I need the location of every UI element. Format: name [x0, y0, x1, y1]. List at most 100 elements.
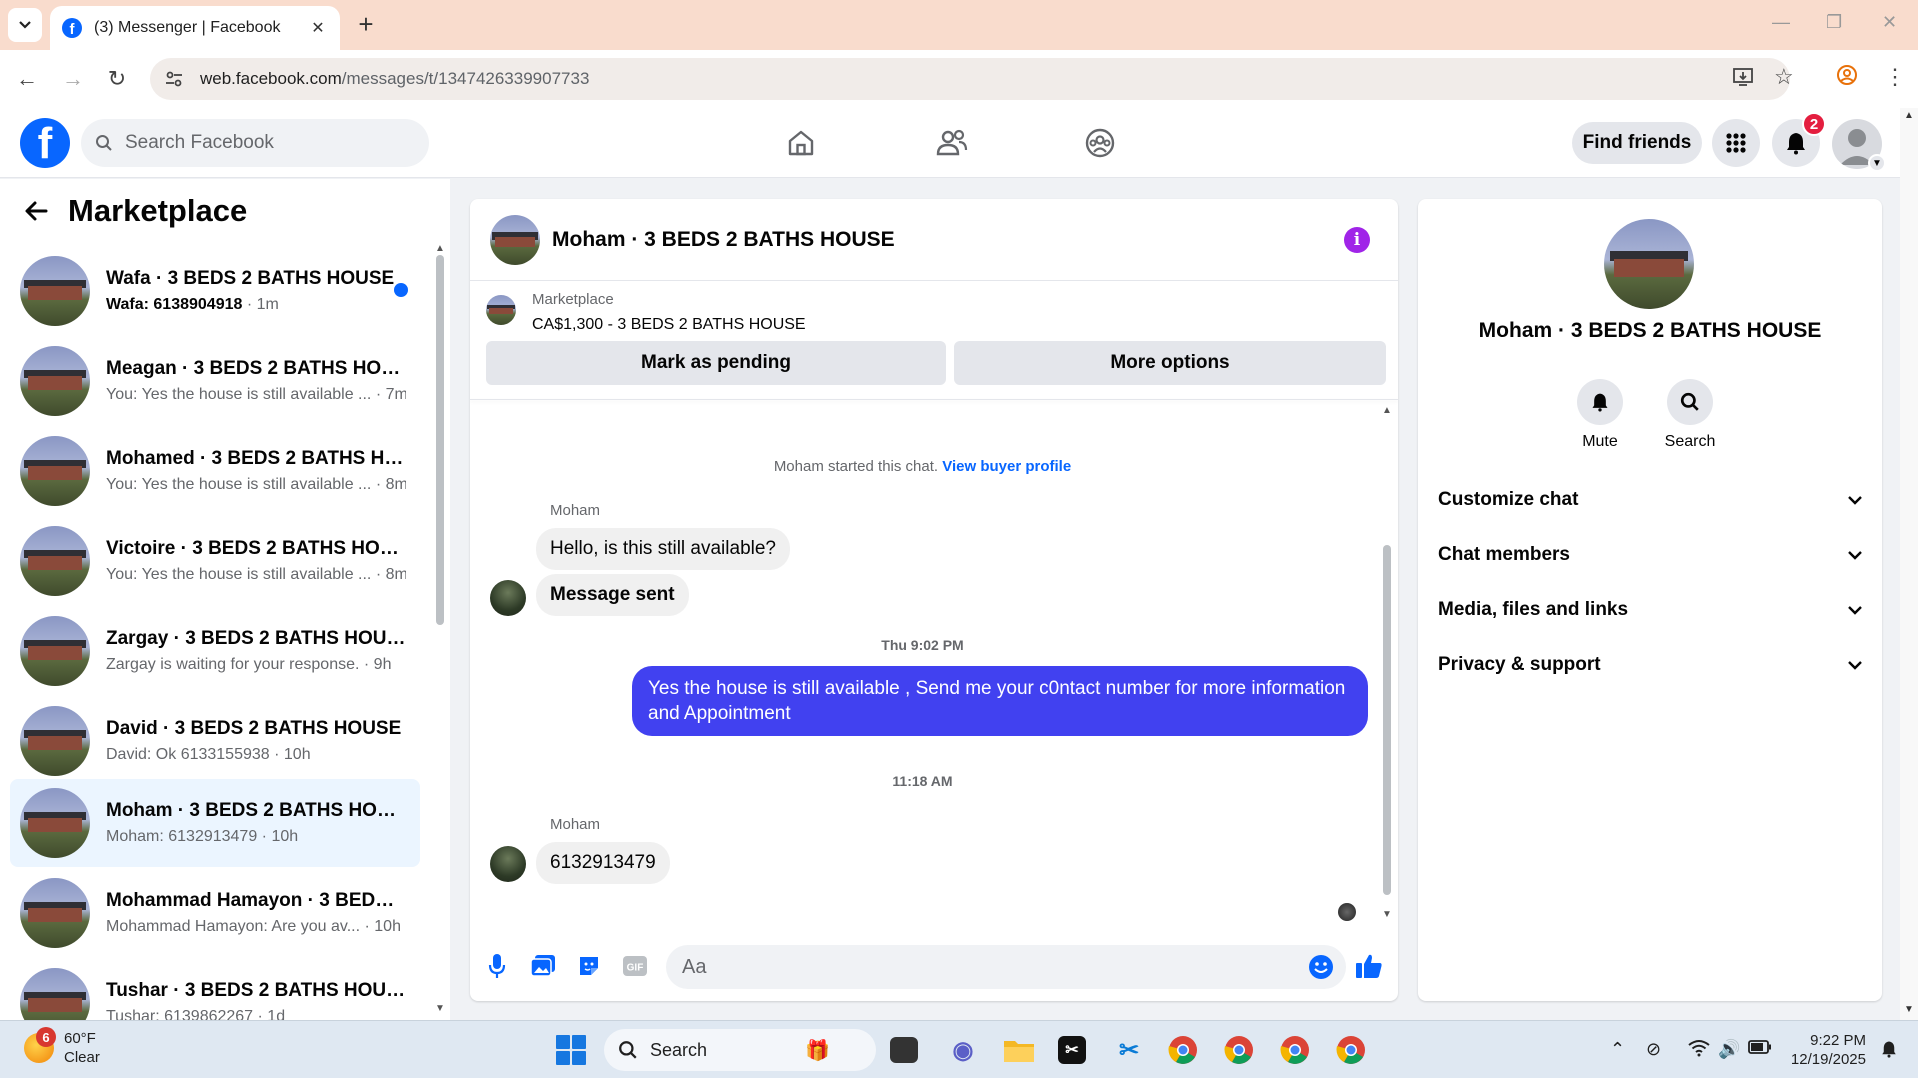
- message-input[interactable]: [666, 945, 1346, 989]
- mark-as-pending-button[interactable]: Mark as pending: [486, 341, 946, 385]
- outgoing-message[interactable]: Yes the house is still available , Send …: [632, 666, 1368, 736]
- privacy-support-section[interactable]: Privacy & support: [1438, 642, 1862, 688]
- restore-icon[interactable]: ❐: [1826, 12, 1842, 33]
- cloud-offline-icon[interactable]: ⊘: [1646, 1039, 1661, 1060]
- facebook-search[interactable]: Search Facebook: [81, 119, 429, 167]
- sticker-icon[interactable]: [574, 951, 604, 981]
- grid-menu-icon: [1726, 133, 1746, 153]
- conversation-item[interactable]: David · 3 BEDS 2 BATHS HOUSE David: Ok 6…: [10, 697, 420, 785]
- bell-icon: [1592, 393, 1608, 412]
- notification-bell-icon[interactable]: [1880, 1039, 1898, 1064]
- site-settings-icon[interactable]: [164, 69, 184, 89]
- facebook-logo[interactable]: f: [20, 118, 70, 168]
- page-scrollbar[interactable]: ▲ ▼: [1900, 108, 1918, 1020]
- back-arrow-icon[interactable]: [24, 200, 48, 222]
- back-button[interactable]: ←: [12, 64, 42, 94]
- conversation-preview: Mohammad Hamayon: Are you av... · 10h: [106, 918, 401, 935]
- facebook-header: f Search Facebook Find friends 2 ▼: [0, 108, 1900, 178]
- bookmark-star-icon[interactable]: ☆: [1774, 64, 1794, 90]
- customize-chat-section[interactable]: Customize chat: [1438, 477, 1862, 523]
- browser-menu-icon[interactable]: ⋮: [1884, 64, 1906, 90]
- snipping-tool-icon[interactable]: ✂: [1112, 1033, 1146, 1067]
- minimize-icon[interactable]: —: [1772, 12, 1790, 33]
- conversation-item[interactable]: Mohamed · 3 BEDS 2 BATHS HO... You: Yes …: [10, 427, 420, 515]
- capcut-icon[interactable]: ✂: [1058, 1036, 1086, 1064]
- chrome-profile-icon[interactable]: [1222, 1033, 1256, 1067]
- tab-search-button[interactable]: [8, 8, 42, 42]
- reload-button[interactable]: ↻: [102, 64, 132, 94]
- message-timestamp: Thu 9:02 PM: [881, 637, 964, 653]
- windows-start-icon[interactable]: [556, 1035, 586, 1065]
- taskbar-search-placeholder: Search: [650, 1039, 708, 1060]
- seen-indicator-avatar: [1338, 903, 1356, 921]
- forward-button[interactable]: →: [58, 64, 88, 94]
- volume-icon[interactable]: 🔊: [1718, 1039, 1740, 1060]
- conversation-item[interactable]: Zargay · 3 BEDS 2 BATHS HOUSE Zargay is …: [10, 607, 420, 695]
- more-options-button[interactable]: More options: [954, 341, 1386, 385]
- weather-widget[interactable]: 6 60°F Clear: [24, 1027, 100, 1067]
- thumbs-up-icon[interactable]: [1354, 951, 1384, 981]
- incoming-message[interactable]: Hello, is this still available?: [536, 528, 790, 570]
- battery-icon[interactable]: [1748, 1039, 1772, 1060]
- chat-scrollbar[interactable]: ▲ ▼: [1380, 405, 1394, 925]
- mute-label: Mute: [1582, 433, 1618, 450]
- conversation-item-active[interactable]: Moham · 3 BEDS 2 BATHS HOUSE Moham: 6132…: [10, 779, 420, 867]
- photo-icon[interactable]: [528, 951, 558, 981]
- mute-button[interactable]: Mute: [1560, 379, 1640, 451]
- chrome-icon[interactable]: [1166, 1033, 1200, 1067]
- conversation-name: Tushar · 3 BEDS 2 BATHS HOUSE: [106, 980, 406, 1001]
- file-explorer-icon[interactable]: [1002, 1033, 1036, 1067]
- sender-avatar[interactable]: [490, 846, 526, 882]
- profile-icon[interactable]: [1836, 64, 1858, 92]
- microphone-icon[interactable]: [482, 951, 512, 981]
- chat-info-panel: Moham · 3 BEDS 2 BATHS HOUSE Mute Search…: [1418, 199, 1882, 1001]
- incoming-message[interactable]: Message sent: [536, 574, 689, 616]
- browser-tab-messenger[interactable]: f (3) Messenger | Facebook ✕: [50, 6, 340, 50]
- show-hidden-icons[interactable]: ⌃: [1610, 1039, 1625, 1060]
- conversation-preview: You: Yes the house is still available ..…: [106, 566, 406, 583]
- home-icon[interactable]: [781, 123, 821, 163]
- teams-chat-icon[interactable]: ◉: [946, 1033, 980, 1067]
- find-friends-button[interactable]: Find friends: [1572, 122, 1702, 164]
- address-bar[interactable]: web.facebook.com/messages/t/134742633990…: [150, 58, 1790, 100]
- view-buyer-profile-link[interactable]: View buyer profile: [942, 458, 1071, 475]
- search-in-conversation-button[interactable]: Search: [1650, 379, 1730, 451]
- conversation-item[interactable]: Meagan · 3 BEDS 2 BATHS HOUSE You: Yes t…: [10, 337, 420, 425]
- conversation-item[interactable]: Victoire · 3 BEDS 2 BATHS HOUSE You: Yes…: [10, 517, 420, 605]
- task-view-icon[interactable]: [890, 1037, 918, 1063]
- install-app-icon[interactable]: [1732, 66, 1754, 93]
- conversation-item[interactable]: Mohammad Hamayon · 3 BEDS ... Mohammad H…: [10, 869, 420, 957]
- groups-icon[interactable]: [1080, 123, 1120, 163]
- taskbar-search[interactable]: Search 🎁: [604, 1029, 876, 1071]
- emoji-icon[interactable]: [1306, 952, 1336, 982]
- facebook-favicon-icon: f: [62, 18, 82, 38]
- incoming-message[interactable]: 6132913479: [536, 842, 670, 884]
- new-tab-button[interactable]: +: [352, 10, 380, 38]
- chrome-profile-icon[interactable]: [1278, 1033, 1312, 1067]
- account-chevron-icon[interactable]: ▼: [1868, 154, 1886, 172]
- chat-avatar[interactable]: [490, 214, 540, 265]
- listing-thumbnail: [20, 788, 90, 858]
- wifi-icon[interactable]: [1688, 1039, 1710, 1062]
- chrome-profile-icon[interactable]: [1334, 1033, 1368, 1067]
- menu-grid-button[interactable]: [1712, 119, 1760, 167]
- listing-mini-thumbnail: [486, 295, 516, 325]
- friends-icon[interactable]: [932, 123, 972, 163]
- listing-banner[interactable]: Marketplace CA$1,300 - 3 BEDS 2 BATHS HO…: [486, 291, 1386, 337]
- chat-header: Moham · 3 BEDS 2 BATHS HOUSE i: [470, 199, 1398, 281]
- conversation-name: Mohamed · 3 BEDS 2 BATHS HO...: [106, 448, 406, 469]
- chat-title[interactable]: Moham · 3 BEDS 2 BATHS HOUSE: [552, 228, 895, 252]
- info-icon[interactable]: i: [1344, 227, 1370, 253]
- notification-badge: 2: [1802, 112, 1826, 136]
- conversation-item[interactable]: Tushar · 3 BEDS 2 BATHS HOUSE Tushar: 61…: [10, 959, 420, 1020]
- system-clock[interactable]: 9:22 PM 12/19/2025: [1786, 1031, 1866, 1069]
- chat-members-section[interactable]: Chat members: [1438, 532, 1862, 578]
- tab-close-icon[interactable]: ✕: [308, 18, 328, 38]
- conversation-item[interactable]: Wafa · 3 BEDS 2 BATHS HOUSE Wafa: 613890…: [10, 247, 420, 335]
- sidebar-scrollbar[interactable]: ▲ ▼: [434, 243, 446, 1014]
- gif-icon[interactable]: GIF: [620, 951, 650, 981]
- media-files-links-section[interactable]: Media, files and links: [1438, 587, 1862, 633]
- conversation-avatar[interactable]: [1604, 219, 1694, 309]
- sender-avatar[interactable]: [490, 580, 526, 616]
- close-window-icon[interactable]: ✕: [1882, 12, 1897, 33]
